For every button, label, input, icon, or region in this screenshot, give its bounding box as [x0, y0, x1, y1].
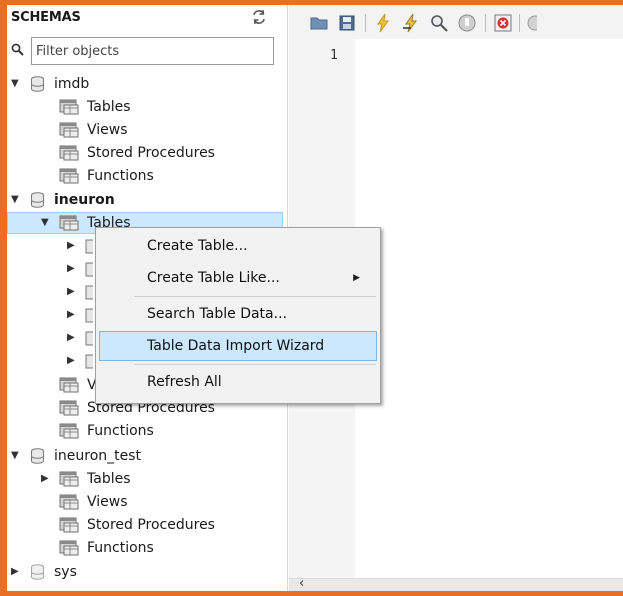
database-icon — [31, 448, 44, 464]
tree-item-label: Functions — [87, 423, 154, 439]
window-frame-left — [0, 0, 7, 596]
line-number: 1 — [330, 48, 338, 63]
folder-table-icon — [59, 122, 79, 138]
schema-ineuron[interactable]: ▼ ineuron — [11, 189, 281, 211]
schema-ineuron-test[interactable]: ▼ ineuron_test — [11, 445, 281, 467]
save-icon[interactable] — [337, 13, 357, 33]
menu-item-table-data-import-wizard[interactable]: Table Data Import Wizard — [99, 331, 377, 361]
schema-label: ineuron_test — [54, 448, 142, 464]
search-icon — [11, 43, 24, 56]
table-icon — [85, 331, 93, 346]
expanded-arrow-icon[interactable]: ▼ — [11, 189, 23, 211]
collapsed-arrow-icon[interactable]: ▶ — [11, 561, 23, 583]
folder-table-icon — [59, 423, 79, 439]
tree-item-label: Stored Procedures — [87, 145, 215, 161]
submenu-arrow-icon: ▶ — [353, 273, 360, 283]
editor-toolbar — [289, 5, 623, 39]
tree-item-label: Views — [87, 494, 128, 510]
folder-table-icon — [59, 517, 79, 533]
folder-table-icon — [59, 168, 79, 184]
sql-editor[interactable] — [355, 39, 623, 579]
database-icon — [31, 192, 44, 208]
menu-separator — [134, 296, 376, 297]
menu-item-label: Table Data Import Wizard — [147, 338, 325, 354]
tree-item-label: Tables — [87, 99, 131, 115]
open-folder-icon[interactable] — [309, 13, 329, 33]
menu-separator — [134, 364, 376, 365]
toolbar-separator — [519, 14, 520, 32]
expanded-arrow-icon[interactable]: ▼ — [11, 445, 23, 467]
tree-item-label: Tables — [87, 471, 131, 487]
folder-table-icon — [59, 377, 79, 393]
collapsed-arrow-icon[interactable]: ▶ — [67, 304, 79, 326]
menu-item-label: Search Table Data... — [147, 306, 287, 322]
menu-item-label: Refresh All — [147, 374, 222, 390]
filter-row — [7, 36, 288, 66]
folder-table-icon — [59, 471, 79, 487]
table-icon — [85, 262, 93, 277]
filter-objects-input[interactable] — [31, 37, 274, 65]
execute-current-icon[interactable] — [401, 13, 421, 33]
collapsed-arrow-icon[interactable]: ▶ — [41, 468, 53, 490]
folder-table-icon — [59, 494, 79, 510]
refresh-icon[interactable] — [251, 9, 267, 25]
tree-item-label: Functions — [87, 540, 154, 556]
folder-table-icon — [59, 215, 79, 231]
table-icon — [85, 239, 93, 254]
menu-item-create-table-like[interactable]: Create Table Like... ▶ — [99, 263, 377, 293]
collapsed-arrow-icon[interactable]: ▶ — [67, 258, 79, 280]
collapsed-arrow-icon[interactable]: ▶ — [67, 235, 79, 257]
schema-label: imdb — [54, 76, 90, 92]
schema-label: sys — [54, 564, 77, 580]
collapsed-arrow-icon[interactable]: ▶ — [67, 350, 79, 372]
folder-table-icon — [59, 99, 79, 115]
horizontal-scrollbar[interactable]: ‹ — [289, 576, 623, 591]
scroll-left-icon[interactable]: ‹ — [299, 576, 304, 591]
schemas-header: SCHEMAS — [7, 5, 288, 31]
window-frame-bottom — [0, 591, 623, 596]
folder-table-icon — [59, 540, 79, 556]
menu-item-label: Create Table... — [147, 238, 248, 254]
folder-table-icon — [59, 400, 79, 416]
table-icon — [85, 308, 93, 323]
menu-item-search-table-data[interactable]: Search Table Data... — [99, 299, 377, 329]
circle-icon[interactable] — [525, 13, 537, 33]
stop-icon[interactable] — [457, 13, 477, 33]
schema-sys[interactable]: ▶ sys — [11, 561, 281, 583]
tree-item-label: Functions — [87, 168, 154, 184]
toolbar-separator — [485, 14, 486, 32]
tree-item-label: Views — [87, 122, 128, 138]
collapsed-arrow-icon[interactable]: ▶ — [67, 327, 79, 349]
database-icon — [31, 564, 44, 580]
context-menu: Create Table... Create Table Like... ▶ S… — [95, 227, 381, 404]
table-icon — [85, 285, 93, 300]
database-icon — [31, 76, 44, 92]
menu-item-refresh-all[interactable]: Refresh All — [99, 367, 377, 397]
menu-item-label: Create Table Like... — [147, 270, 280, 286]
execute-lightning-icon[interactable] — [373, 13, 393, 33]
explain-magnifier-icon[interactable] — [429, 13, 449, 33]
expanded-arrow-icon[interactable]: ▼ — [41, 212, 53, 234]
collapsed-arrow-icon[interactable]: ▶ — [67, 281, 79, 303]
schemas-title: SCHEMAS — [11, 10, 81, 25]
menu-item-create-table[interactable]: Create Table... — [99, 231, 377, 261]
toolbar-separator — [365, 14, 366, 32]
table-icon — [85, 354, 93, 369]
toggle-error-icon[interactable] — [493, 13, 513, 33]
schema-imdb[interactable]: ▼ imdb — [11, 73, 281, 95]
tree-item-label: Stored Procedures — [87, 517, 215, 533]
folder-table-icon — [59, 145, 79, 161]
expanded-arrow-icon[interactable]: ▼ — [11, 73, 23, 95]
schema-label: ineuron — [54, 192, 115, 208]
